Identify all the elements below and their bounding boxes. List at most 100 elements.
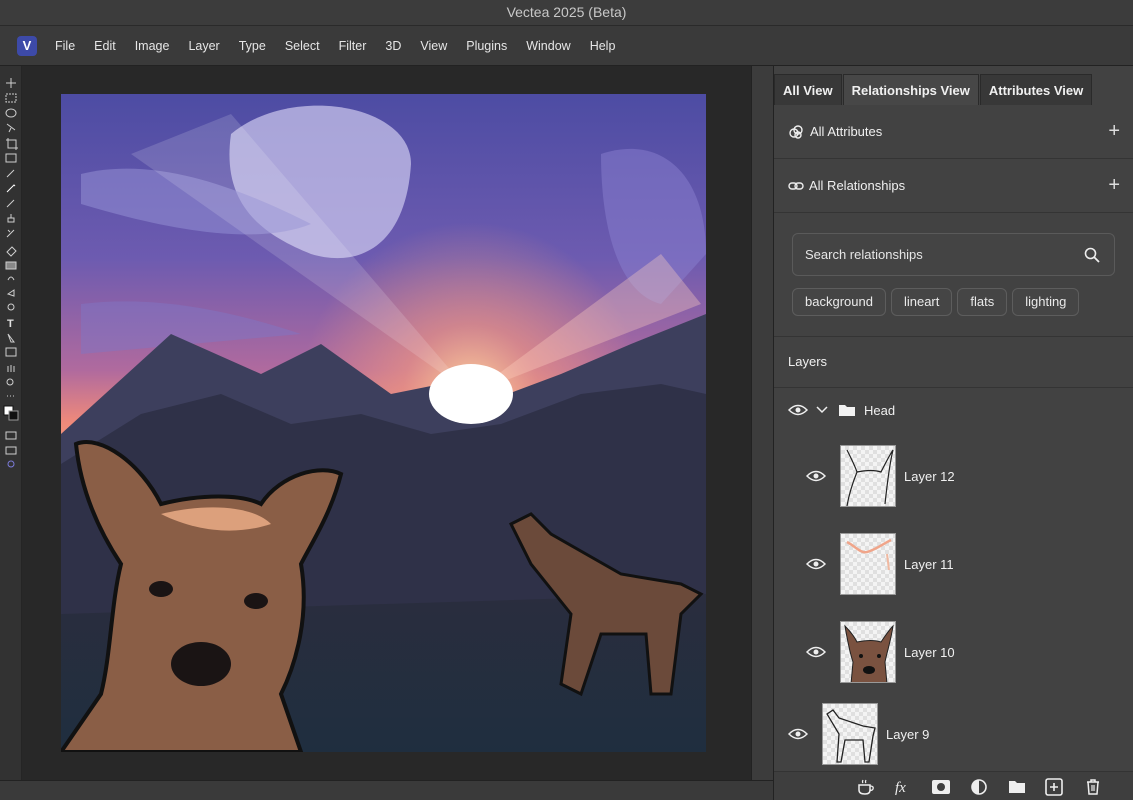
menu-image[interactable]: Image	[135, 39, 170, 53]
adjustment-icon[interactable]	[969, 777, 989, 797]
brush-tool-icon[interactable]	[6, 199, 15, 208]
svg-text:fx: fx	[895, 780, 906, 796]
menu-layer[interactable]: Layer	[188, 39, 219, 53]
tool-bar: T	[0, 66, 22, 800]
window-title: Vectea 2025 (Beta)	[506, 4, 627, 20]
layer-thumbnail	[840, 533, 896, 595]
menu-bar: V File Edit Image Layer Type Select Filt…	[0, 26, 1133, 66]
layer-row-11[interactable]: Layer 11	[774, 532, 1133, 596]
marquee-tool-icon[interactable]	[5, 93, 17, 103]
eye-icon[interactable]	[806, 557, 826, 571]
eraser-tool-icon[interactable]	[6, 246, 17, 257]
layers-title: Layers	[788, 354, 828, 369]
type-tool-icon[interactable]: T	[7, 318, 14, 330]
hand-tool-icon[interactable]	[7, 365, 15, 372]
panel-tabs: All View Relationships View Attributes V…	[774, 74, 1093, 105]
layer-name: Layer 12	[904, 468, 955, 484]
menu-file[interactable]: File	[55, 39, 75, 53]
quick-select-tool-icon[interactable]	[6, 123, 16, 133]
chevron-down-icon[interactable]	[816, 405, 828, 415]
chip-background[interactable]: background	[792, 288, 886, 316]
relationship-chips: background lineart flats lighting	[792, 288, 1084, 316]
gradient-tool-icon[interactable]	[5, 261, 17, 270]
layer-thumbnail	[822, 703, 878, 765]
folder-icon[interactable]	[1007, 777, 1027, 797]
eye-icon[interactable]	[806, 645, 826, 659]
app-logo-icon: V	[17, 35, 37, 56]
eye-icon[interactable]	[788, 403, 808, 417]
menu-select[interactable]: Select	[285, 39, 320, 53]
layers-header: Layers	[774, 336, 1133, 388]
add-relationship-icon[interactable]: +	[1108, 174, 1120, 197]
background-color-swatch[interactable]	[8, 410, 19, 421]
screen-mode-icon[interactable]	[5, 446, 17, 455]
healing-tool-icon[interactable]	[6, 184, 16, 193]
menu-plugins[interactable]: Plugins	[466, 39, 507, 53]
search-placeholder: Search relationships	[805, 247, 923, 262]
layer-thumbnail	[840, 445, 896, 507]
mask-icon[interactable]	[931, 777, 951, 797]
chip-lighting[interactable]: lighting	[1012, 288, 1080, 316]
shape-tool-icon[interactable]	[5, 347, 17, 357]
new-layer-icon[interactable]	[1044, 777, 1064, 797]
layer-name: Layer 11	[904, 556, 954, 572]
move-tool-icon[interactable]	[6, 78, 16, 88]
menu-type[interactable]: Type	[239, 39, 266, 53]
all-relationships-row[interactable]: All Relationships +	[774, 159, 1133, 213]
menu-view[interactable]: View	[420, 39, 447, 53]
trash-icon[interactable]	[1083, 777, 1103, 797]
layers-footer: fx	[774, 771, 1133, 800]
plugin-icon[interactable]	[7, 460, 15, 468]
artwork-canvas[interactable]	[61, 94, 706, 752]
cup-icon[interactable]	[856, 777, 876, 797]
link-icon	[788, 181, 804, 190]
layer-row-12[interactable]: Layer 12	[774, 444, 1133, 508]
tab-all-view[interactable]: All View	[774, 74, 842, 105]
tab-attributes-view[interactable]: Attributes View	[979, 74, 1093, 105]
zoom-tool-icon[interactable]	[6, 378, 14, 386]
chip-lineart[interactable]: lineart	[890, 288, 953, 316]
search-relationships-input[interactable]: Search relationships	[792, 233, 1115, 276]
attributes-icon	[789, 124, 803, 139]
vertical-scrollbar[interactable]	[751, 66, 773, 780]
layer-row-9[interactable]: Layer 9	[774, 702, 1133, 766]
layer-thumbnail	[840, 621, 896, 683]
menu-help[interactable]: Help	[590, 39, 616, 53]
relationships-panel: All View Relationships View Attributes V…	[773, 66, 1133, 800]
blur-tool-icon[interactable]	[7, 276, 15, 281]
artwork-illustration	[61, 94, 706, 752]
title-bar: Vectea 2025 (Beta)	[0, 0, 1133, 26]
layer-name: Layer 9	[886, 726, 930, 742]
folder-icon	[839, 405, 855, 416]
layer-group-head[interactable]: Head	[774, 397, 1133, 423]
status-bar	[0, 780, 773, 800]
fx-icon[interactable]: fx	[894, 777, 914, 797]
eye-icon[interactable]	[806, 469, 826, 483]
frame-tool-icon[interactable]	[5, 153, 17, 163]
menu-window[interactable]: Window	[526, 39, 570, 53]
crop-tool-icon[interactable]	[6, 138, 18, 150]
eye-icon[interactable]	[788, 727, 808, 741]
stamp-tool-icon[interactable]	[7, 214, 15, 223]
dodge-tool-icon[interactable]	[6, 289, 15, 297]
quick-mask-icon[interactable]	[5, 431, 17, 440]
chip-flats[interactable]: flats	[957, 288, 1008, 316]
all-attributes-label: All Attributes	[810, 124, 883, 139]
group-name: Head	[864, 402, 896, 418]
all-attributes-row[interactable]: All Attributes +	[774, 105, 1133, 159]
layer-name: Layer 10	[904, 644, 955, 660]
tab-relationships-view[interactable]: Relationships View	[842, 74, 979, 105]
add-attribute-icon[interactable]: +	[1108, 120, 1120, 143]
menu-3d[interactable]: 3D	[385, 39, 401, 53]
pen-tool-icon[interactable]	[7, 303, 15, 311]
lasso-tool-icon[interactable]	[5, 108, 17, 118]
menu-edit[interactable]: Edit	[94, 39, 116, 53]
tool-icons: T	[3, 78, 19, 468]
path-select-tool-icon[interactable]	[7, 333, 15, 343]
all-relationships-label: All Relationships	[809, 178, 906, 193]
eyedropper-tool-icon[interactable]	[6, 169, 15, 178]
layer-row-10[interactable]: Layer 10	[774, 620, 1133, 684]
menu-filter[interactable]: Filter	[339, 39, 367, 53]
search-icon[interactable]	[1084, 247, 1100, 263]
history-brush-tool-icon[interactable]	[6, 229, 15, 238]
